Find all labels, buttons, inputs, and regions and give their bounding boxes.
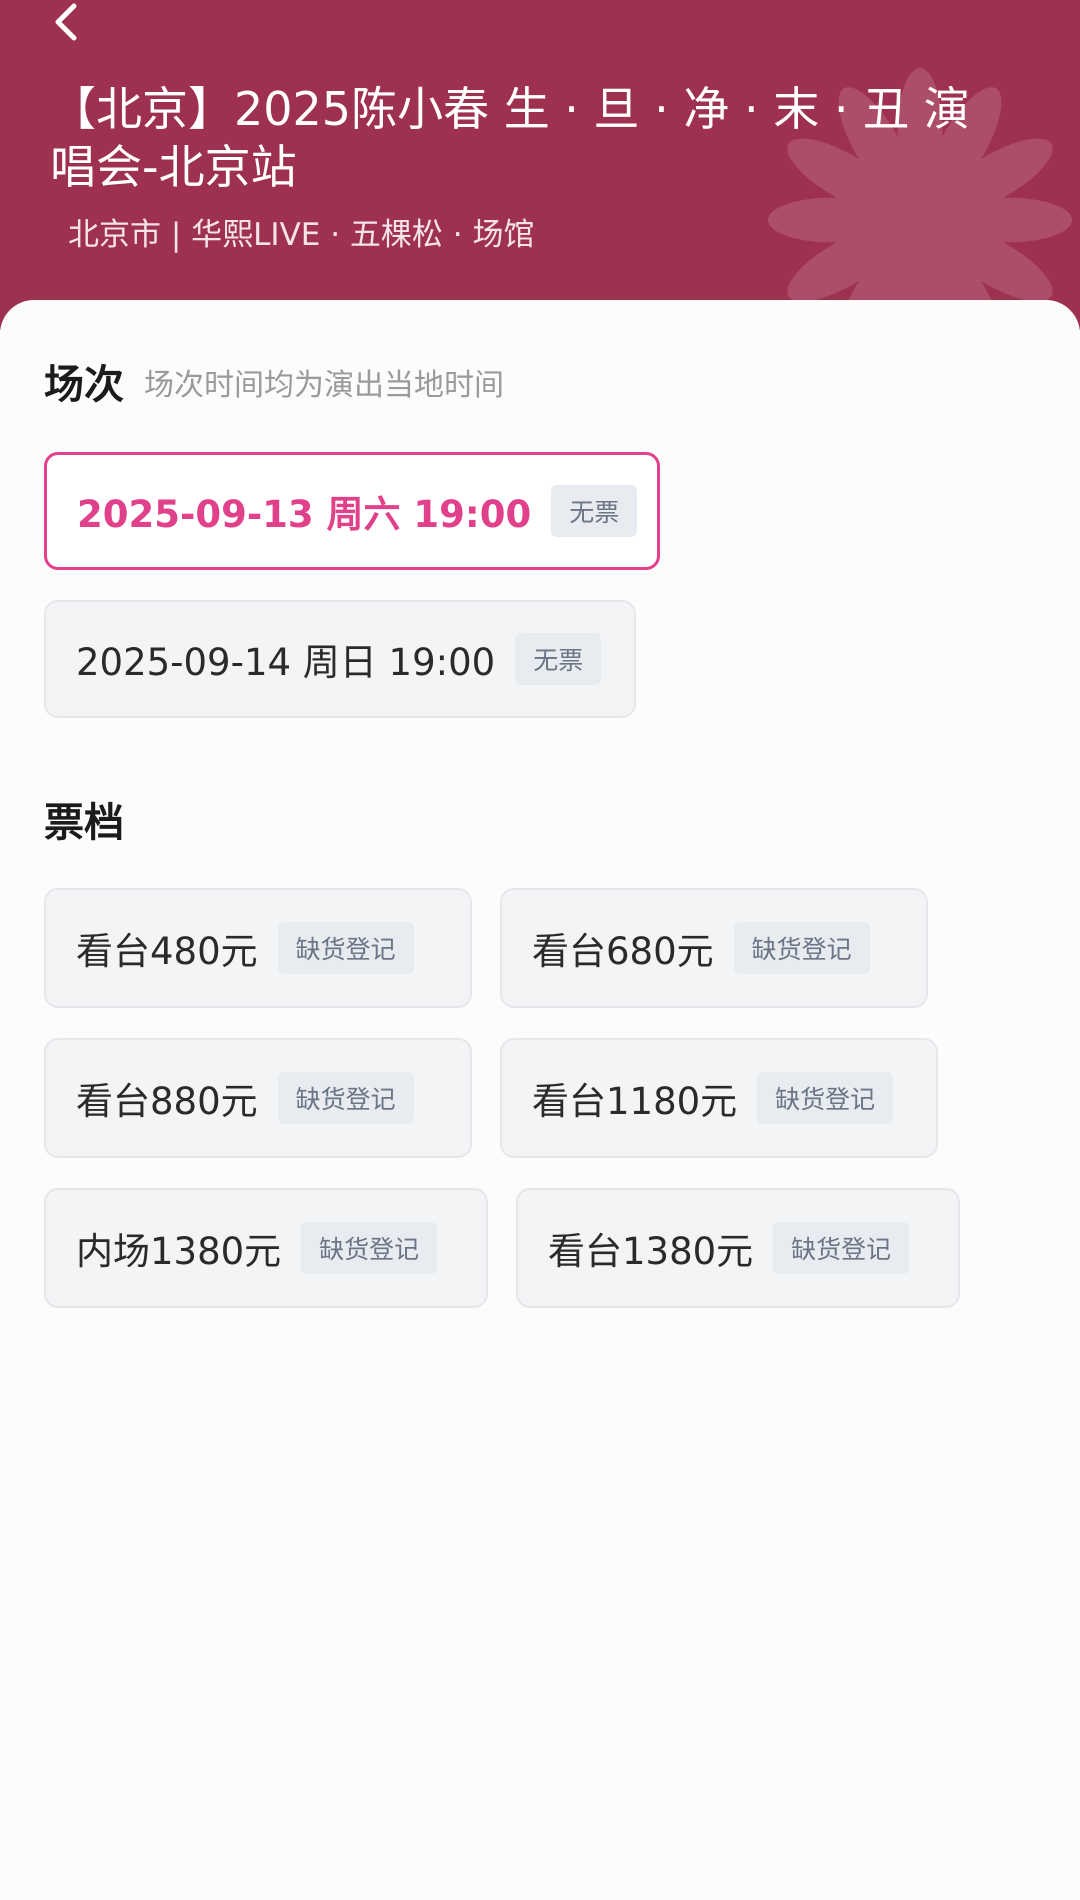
- back-button[interactable]: [40, 0, 100, 60]
- ticket-tier[interactable]: 看台1380元 缺货登记: [516, 1188, 960, 1308]
- restock-badge: 缺货登记: [733, 922, 870, 974]
- sessions-note: 场次时间均为演出当地时间: [144, 368, 504, 403]
- ticket-sheet: 场次 场次时间均为演出当地时间 2025-09-13 周六 19:00 无票 2…: [0, 300, 1080, 1900]
- session-option[interactable]: 2025-09-14 周日 19:00 无票: [44, 600, 636, 718]
- restock-badge: 缺货登记: [301, 1222, 438, 1274]
- chevron-left-icon: [55, 3, 77, 41]
- tiers-heading: 票档: [44, 800, 124, 846]
- tier-label: 内场1380元: [76, 1230, 282, 1273]
- event-title: 【北京】2025陈小春 生 · 旦 · 净 · 末 · 丑 演唱会-北京站: [50, 82, 970, 194]
- tier-label: 看台480元: [76, 930, 258, 973]
- event-venue: 北京市 | 华熙LIVE · 五棵松 · 场馆: [68, 217, 535, 253]
- session-label: 2025-09-13 周六 19:00: [77, 493, 532, 536]
- ticket-tier[interactable]: 看台1180元 缺货登记: [500, 1038, 938, 1158]
- status-badge: 无票: [515, 633, 602, 685]
- restock-badge: 缺货登记: [757, 1072, 894, 1124]
- tier-label: 看台680元: [532, 930, 714, 973]
- ticket-tier[interactable]: 看台680元 缺货登记: [500, 888, 928, 1008]
- restock-badge: 缺货登记: [277, 1072, 414, 1124]
- ticket-tier[interactable]: 内场1380元 缺货登记: [44, 1188, 488, 1308]
- sessions-heading: 场次: [44, 362, 124, 408]
- restock-badge: 缺货登记: [773, 1222, 910, 1274]
- tier-label: 看台1380元: [548, 1230, 754, 1273]
- session-option[interactable]: 2025-09-13 周六 19:00 无票: [44, 452, 660, 570]
- restock-badge: 缺货登记: [277, 922, 414, 974]
- ticket-tier[interactable]: 看台480元 缺货登记: [44, 888, 472, 1008]
- event-header: 【北京】2025陈小春 生 · 旦 · 净 · 末 · 丑 演唱会-北京站 北京…: [0, 0, 1080, 330]
- ticket-tier[interactable]: 看台880元 缺货登记: [44, 1038, 472, 1158]
- status-badge: 无票: [551, 485, 638, 537]
- session-label: 2025-09-14 周日 19:00: [76, 641, 496, 684]
- tier-label: 看台880元: [76, 1080, 258, 1123]
- tier-label: 看台1180元: [532, 1080, 738, 1123]
